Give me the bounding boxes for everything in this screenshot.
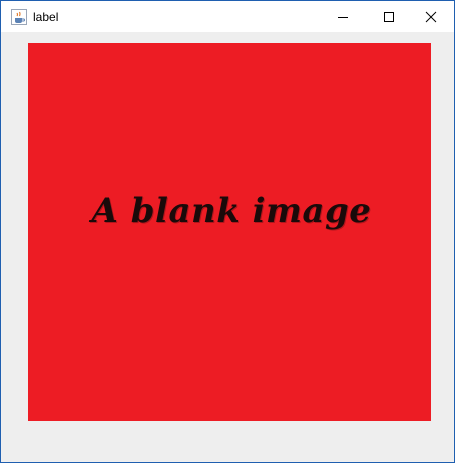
application-window: label A blank image [0,0,455,463]
maximize-icon [384,11,394,22]
close-icon [425,11,437,22]
content-pane: A blank image [2,32,453,461]
close-button[interactable] [408,1,454,32]
title-bar[interactable]: label [1,1,454,32]
maximize-button[interactable] [366,1,412,32]
java-coffee-cup-icon[interactable] [11,9,27,25]
image-caption-text: A blank image [91,191,372,231]
image-label: A blank image [28,43,431,421]
window-title: label [33,10,59,24]
minimize-button[interactable] [320,1,366,32]
minimize-icon [338,16,348,18]
